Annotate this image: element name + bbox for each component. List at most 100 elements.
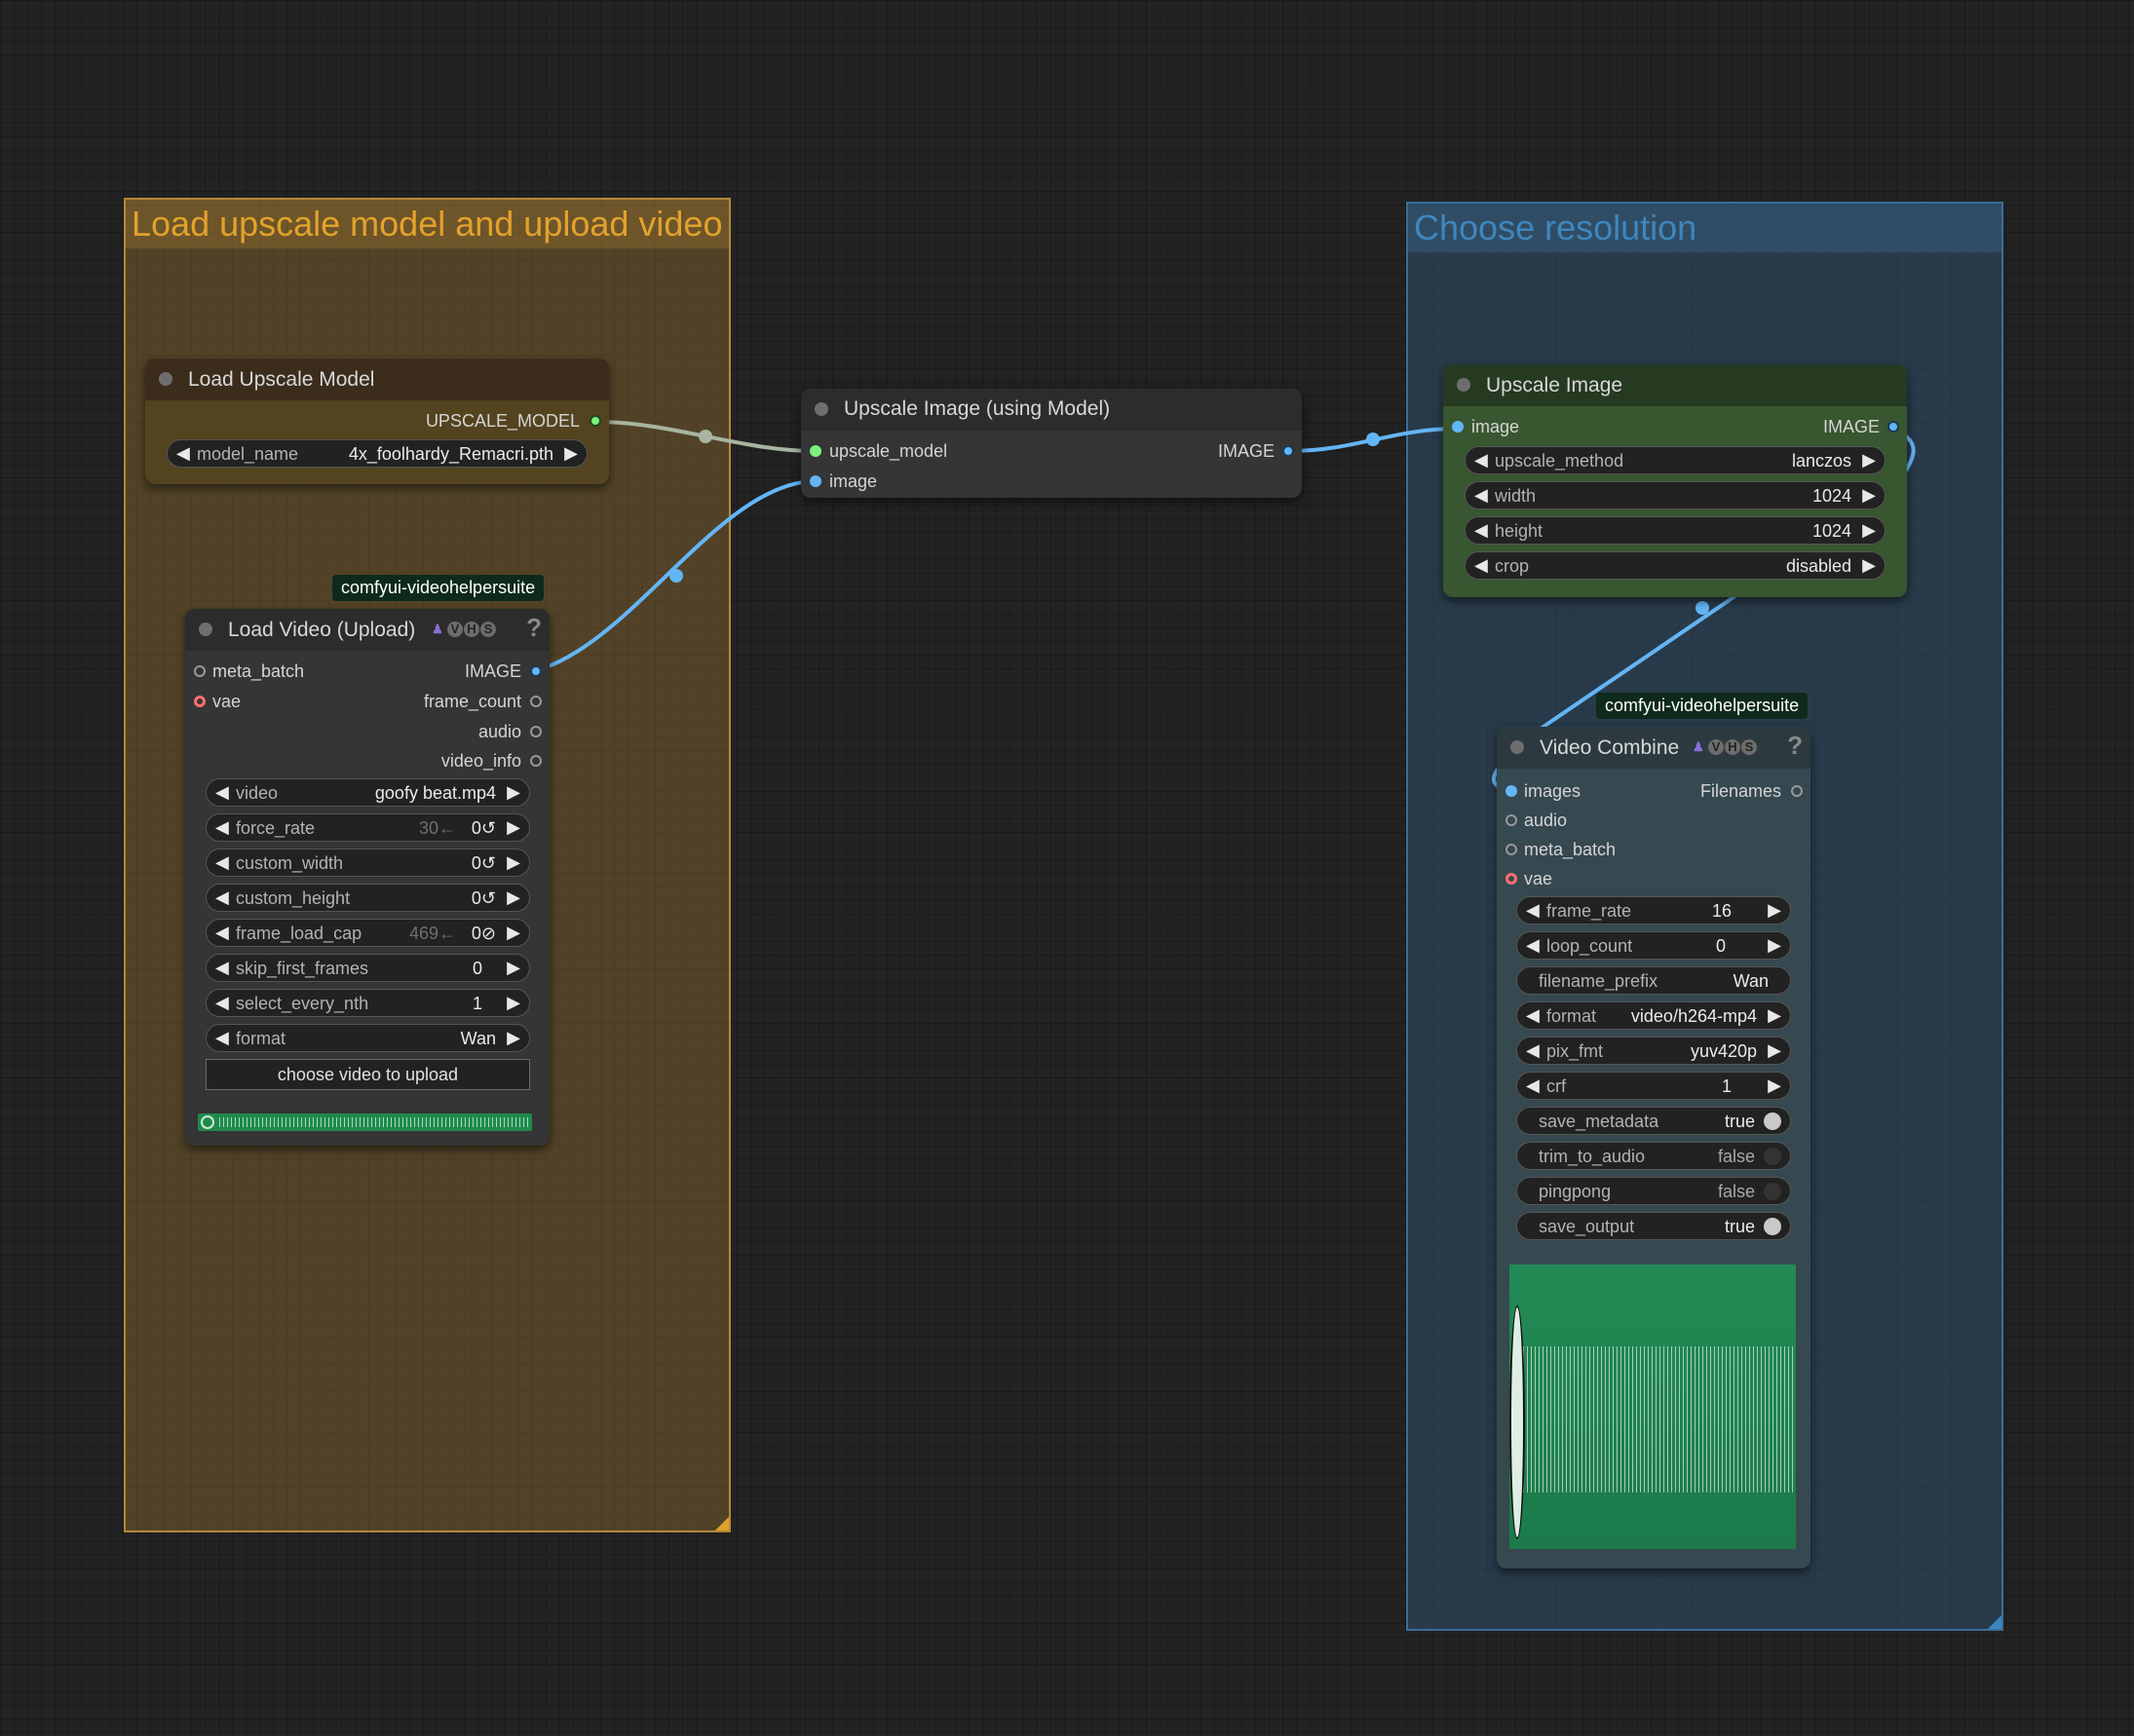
node-upscale-image[interactable]: Upscale Image image IMAGE ◀ upscale_meth… — [1443, 364, 1907, 597]
input-slot-vae[interactable] — [1505, 873, 1517, 885]
widget-hint: 469← — [408, 924, 456, 943]
help-icon[interactable]: ? — [1787, 731, 1803, 761]
input-slot-image[interactable] — [810, 475, 821, 487]
output-slot-image[interactable] — [1887, 421, 1899, 433]
upscale-method-combo[interactable]: ◀ upscale_method lanczos ▶ — [1465, 446, 1886, 474]
frame-rate-number[interactable]: ◀ frame_rate 16 ▶ — [1516, 896, 1791, 925]
decrement-arrow-icon[interactable]: ◀ — [215, 887, 229, 908]
output-slot-video-info[interactable] — [530, 755, 542, 767]
input-slot-meta-batch[interactable] — [1505, 844, 1517, 855]
left-arrow-icon[interactable]: ◀ — [215, 1028, 229, 1048]
widget-label: model_name — [197, 444, 299, 464]
decrement-arrow-icon[interactable]: ◀ — [215, 852, 229, 873]
node-load-upscale-model[interactable]: Load Upscale Model UPSCALE_MODEL ◀ model… — [145, 359, 609, 484]
right-arrow-icon[interactable]: ▶ — [1862, 555, 1876, 576]
input-slot-image[interactable] — [1452, 421, 1464, 433]
decrement-arrow-icon[interactable]: ◀ — [215, 923, 229, 943]
help-icon[interactable]: ? — [526, 613, 542, 643]
video-preview-strip[interactable] — [198, 1113, 532, 1131]
collapse-toggle[interactable] — [815, 402, 828, 416]
increment-arrow-icon[interactable]: ▶ — [1768, 900, 1781, 921]
widget-label: custom_width — [236, 853, 344, 873]
left-arrow-icon[interactable]: ◀ — [1526, 1005, 1540, 1026]
decrement-arrow-icon[interactable]: ◀ — [215, 958, 229, 978]
left-arrow-icon[interactable]: ◀ — [215, 782, 229, 803]
output-slot-audio[interactable] — [530, 726, 542, 737]
toggle-knob[interactable] — [1764, 1183, 1781, 1200]
node-load-video-upload[interactable]: Load Video (Upload) ♟ V H S ? meta_batch va… — [185, 609, 550, 1146]
increment-arrow-icon[interactable]: ▶ — [1768, 1076, 1781, 1096]
left-arrow-icon[interactable]: ◀ — [1526, 1040, 1540, 1061]
trim-to-audio-toggle[interactable]: trim_to_audio false — [1516, 1142, 1791, 1170]
filename-prefix-field[interactable]: filename_prefix Wan — [1516, 966, 1791, 995]
increment-arrow-icon[interactable]: ▶ — [507, 993, 520, 1013]
decrement-arrow-icon[interactable]: ◀ — [1526, 900, 1540, 921]
decrement-arrow-icon[interactable]: ◀ — [1474, 485, 1488, 506]
right-arrow-icon[interactable]: ▶ — [564, 443, 578, 464]
toggle-knob[interactable] — [1764, 1148, 1781, 1165]
crf-number[interactable]: ◀ crf 1 ▶ — [1516, 1072, 1791, 1100]
force-rate-number[interactable]: ◀ force_rate 30← 0↺ ▶ — [206, 813, 530, 842]
crop-combo[interactable]: ◀ crop disabled ▶ — [1465, 551, 1886, 580]
node-video-combine[interactable]: Video Combine ♟ V H S ? images audio meta_b… — [1497, 727, 1810, 1568]
input-slot-vae[interactable] — [194, 696, 206, 707]
increment-arrow-icon[interactable]: ▶ — [1862, 520, 1876, 541]
skip-first-frames-number[interactable]: ◀ skip_first_frames 0 ▶ — [206, 954, 530, 982]
height-number[interactable]: ◀ height 1024 ▶ — [1465, 516, 1886, 545]
increment-arrow-icon[interactable]: ▶ — [507, 852, 520, 873]
collapse-toggle[interactable] — [1457, 378, 1470, 392]
right-arrow-icon[interactable]: ▶ — [1768, 1040, 1781, 1061]
node-upscale-image-using-model[interactable]: Upscale Image (using Model) upscale_mode… — [801, 389, 1302, 498]
model-name-combo[interactable]: ◀ model_name 4x_foolhardy_Remacri.pth ▶ — [167, 439, 588, 468]
increment-arrow-icon[interactable]: ▶ — [1768, 935, 1781, 956]
frame-load-cap-number[interactable]: ◀ frame_load_cap 469← 0⊘ ▶ — [206, 919, 530, 947]
increment-arrow-icon[interactable]: ▶ — [507, 817, 520, 838]
decrement-arrow-icon[interactable]: ◀ — [215, 993, 229, 1013]
video-combo[interactable]: ◀ video goofy beat.mp4 ▶ — [206, 778, 530, 807]
right-arrow-icon[interactable]: ▶ — [1862, 450, 1876, 471]
output-slot-frame-count[interactable] — [530, 696, 542, 707]
input-slot-meta-batch[interactable] — [194, 665, 206, 677]
input-slot-audio[interactable] — [1505, 814, 1517, 826]
left-arrow-icon[interactable]: ◀ — [1474, 450, 1488, 471]
right-arrow-icon[interactable]: ▶ — [507, 782, 520, 803]
decrement-arrow-icon[interactable]: ◀ — [1526, 1076, 1540, 1096]
custom-height-number[interactable]: ◀ custom_height 0↺ ▶ — [206, 884, 530, 912]
decrement-arrow-icon[interactable]: ◀ — [1474, 520, 1488, 541]
output-slot-image[interactable] — [1282, 445, 1294, 457]
output-slot-filenames[interactable] — [1791, 785, 1803, 797]
increment-arrow-icon[interactable]: ▶ — [507, 958, 520, 978]
video-preview[interactable] — [1509, 1264, 1796, 1549]
toggle-knob[interactable] — [1764, 1218, 1781, 1235]
choose-video-upload-button[interactable]: choose video to upload — [206, 1059, 530, 1090]
play-icon[interactable] — [201, 1115, 214, 1129]
toggle-knob[interactable] — [1764, 1113, 1781, 1130]
increment-arrow-icon[interactable]: ▶ — [507, 887, 520, 908]
width-number[interactable]: ◀ width 1024 ▶ — [1465, 481, 1886, 509]
output-slot-upscale-model[interactable] — [590, 415, 601, 427]
left-arrow-icon[interactable]: ◀ — [1474, 555, 1488, 576]
format-combo[interactable]: ◀ format Wan ▶ — [206, 1024, 530, 1052]
play-disc-icon[interactable] — [1509, 1305, 1525, 1539]
collapse-toggle[interactable] — [1510, 740, 1524, 754]
right-arrow-icon[interactable]: ▶ — [507, 1028, 520, 1048]
select-every-nth-number[interactable]: ◀ select_every_nth 1 ▶ — [206, 989, 530, 1017]
increment-arrow-icon[interactable]: ▶ — [507, 923, 520, 943]
increment-arrow-icon[interactable]: ▶ — [1862, 485, 1876, 506]
right-arrow-icon[interactable]: ▶ — [1768, 1005, 1781, 1026]
input-slot-upscale-model[interactable] — [810, 445, 821, 457]
custom-width-number[interactable]: ◀ custom_width 0↺ ▶ — [206, 849, 530, 877]
loop-count-number[interactable]: ◀ loop_count 0 ▶ — [1516, 931, 1791, 960]
collapse-toggle[interactable] — [159, 372, 172, 386]
collapse-toggle[interactable] — [199, 623, 212, 636]
format-combo[interactable]: ◀ format video/h264-mp4 ▶ — [1516, 1001, 1791, 1030]
output-slot-image[interactable] — [530, 665, 542, 677]
save-output-toggle[interactable]: save_output true — [1516, 1212, 1791, 1240]
pix-fmt-combo[interactable]: ◀ pix_fmt yuv420p ▶ — [1516, 1037, 1791, 1065]
decrement-arrow-icon[interactable]: ◀ — [1526, 935, 1540, 956]
decrement-arrow-icon[interactable]: ◀ — [215, 817, 229, 838]
left-arrow-icon[interactable]: ◀ — [176, 443, 190, 464]
save-metadata-toggle[interactable]: save_metadata true — [1516, 1107, 1791, 1135]
pingpong-toggle[interactable]: pingpong false — [1516, 1177, 1791, 1205]
input-slot-images[interactable] — [1505, 785, 1517, 797]
